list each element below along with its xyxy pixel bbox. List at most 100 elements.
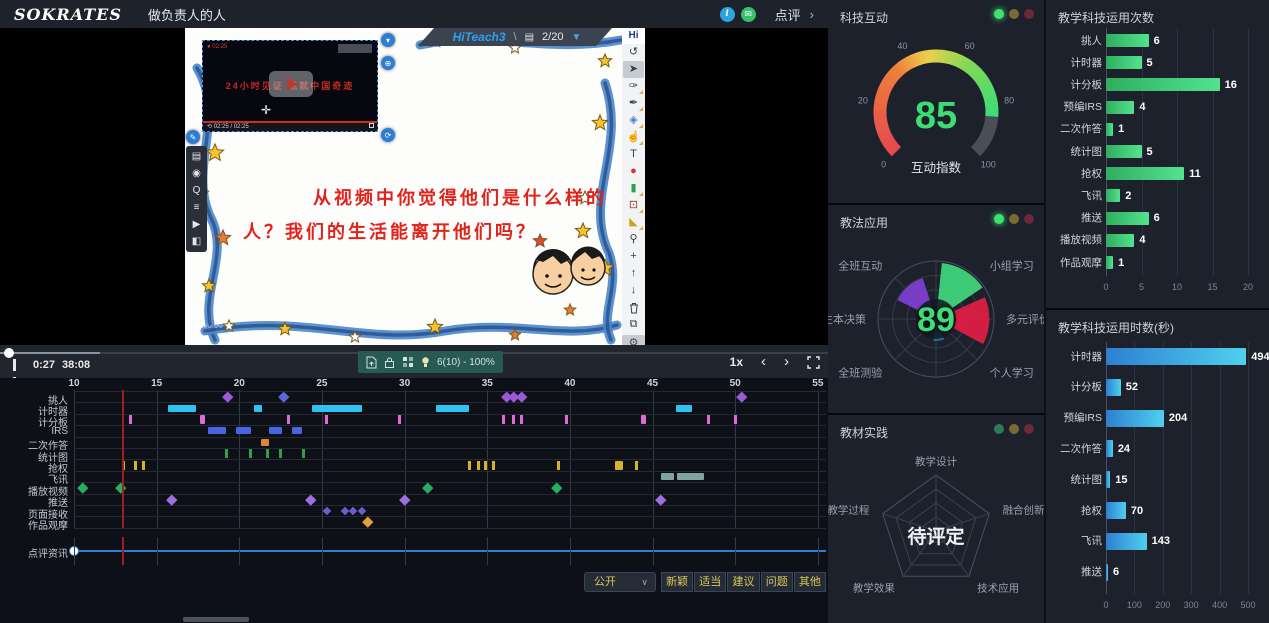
- seek-handle[interactable]: [4, 348, 14, 358]
- arrow-down-icon[interactable]: ↓: [623, 282, 644, 299]
- marker-green-icon[interactable]: ▮: [623, 180, 644, 197]
- video-fullscreen-icon[interactable]: [369, 123, 374, 128]
- timeline-event-推送[interactable]: [305, 494, 316, 505]
- timeline-event-计分板[interactable]: [512, 415, 515, 424]
- message-icon[interactable]: ✉: [741, 7, 756, 22]
- timeline-event-抢权[interactable]: [635, 461, 638, 470]
- visibility-select[interactable]: 公开 ∨: [584, 572, 656, 592]
- timeline-event-计时器[interactable]: [254, 405, 262, 412]
- timeline-event-推送[interactable]: [166, 494, 177, 505]
- camera-tool-icon[interactable]: ◉: [188, 166, 205, 181]
- timeline-event-抢权[interactable]: [557, 461, 560, 470]
- pen-fine-icon[interactable]: ✑: [623, 78, 644, 95]
- timeline-event-计分板[interactable]: [565, 415, 568, 424]
- timeline-event-作品观摩[interactable]: [363, 517, 374, 528]
- timeline-event-计分板[interactable]: [129, 415, 132, 424]
- timeline-event-计分板[interactable]: [325, 415, 328, 424]
- timeline-event-播放视频[interactable]: [422, 483, 433, 494]
- timeline-event-抢权[interactable]: [492, 461, 495, 470]
- timeline-event-IRS[interactable]: [292, 427, 302, 434]
- timeline-event-计时器[interactable]: [312, 405, 362, 412]
- timeline-event-计分板[interactable]: [398, 415, 401, 424]
- timeline-event-抢权[interactable]: [468, 461, 471, 470]
- grid-status-icon[interactable]: [402, 356, 414, 368]
- timeline-event-IRS[interactable]: [236, 427, 251, 434]
- timeline-event-计分板[interactable]: [502, 415, 505, 424]
- tag-button-other[interactable]: 其他: [794, 572, 826, 592]
- timeline-event-飞讯[interactable]: [677, 473, 703, 480]
- push-page-icon[interactable]: [366, 356, 377, 369]
- review-track[interactable]: [74, 550, 826, 552]
- timeline-event-飞讯[interactable]: [661, 473, 674, 480]
- timeline-event-计分板[interactable]: [641, 415, 646, 424]
- timeline-event-统计图[interactable]: [225, 449, 228, 458]
- tag-button-suggestion[interactable]: 建议: [727, 572, 759, 592]
- lock-icon[interactable]: [384, 356, 395, 369]
- timeline-playhead[interactable]: [122, 390, 124, 528]
- timeline-event-页面接收[interactable]: [349, 506, 357, 514]
- trash-icon[interactable]: [623, 299, 644, 316]
- screen-record-icon[interactable]: ⊡: [623, 197, 644, 214]
- play-tool-icon[interactable]: ▶: [188, 217, 205, 232]
- undo-icon[interactable]: ↺: [623, 44, 644, 61]
- tag-button-novel[interactable]: 新颖: [661, 572, 693, 592]
- embedded-video-object[interactable]: ● 02:25 24小时见证 成就中国奇迹 ✛ ⟲ 02:25 / 02:25: [202, 40, 378, 132]
- timeline-event-计时器[interactable]: [168, 405, 196, 412]
- timeline-event-抢权[interactable]: [134, 461, 137, 470]
- timeline-event-统计图[interactable]: [266, 449, 269, 458]
- horizontal-scrollbar-thumb[interactable]: [183, 617, 249, 622]
- prev-page-button[interactable]: ‹: [761, 351, 766, 373]
- move-handle-icon[interactable]: ⊕: [381, 56, 395, 70]
- timeline-event-计分板[interactable]: [520, 415, 523, 424]
- rotate-handle-icon[interactable]: ⟳: [381, 128, 395, 142]
- review-button[interactable]: 点评: [775, 5, 801, 24]
- timeline-event-计时器[interactable]: [436, 405, 469, 412]
- timeline-event-页面接收[interactable]: [323, 506, 331, 514]
- timeline-event-推送[interactable]: [399, 494, 410, 505]
- edit-handle-icon[interactable]: ✎: [186, 130, 200, 144]
- timeline-event-计时器[interactable]: [676, 405, 693, 412]
- zoom-tool-icon[interactable]: Q: [188, 183, 205, 198]
- video-play-button[interactable]: [269, 71, 313, 97]
- timeline-event-统计图[interactable]: [249, 449, 252, 458]
- menu-tool-icon[interactable]: ≡: [188, 200, 205, 215]
- timeline-event-推送[interactable]: [656, 494, 667, 505]
- fill-bucket-icon[interactable]: ◣: [623, 214, 644, 231]
- next-page-button[interactable]: ›: [784, 351, 789, 373]
- timeline-event-IRS[interactable]: [269, 427, 282, 434]
- resize-icon[interactable]: ⧉: [623, 316, 644, 333]
- brush-red-icon[interactable]: ●: [623, 163, 644, 180]
- timeline-event-抢权[interactable]: [484, 461, 487, 470]
- timeline-event-播放视频[interactable]: [77, 483, 88, 494]
- video-progress-bar[interactable]: ⟲ 02:25 / 02:25: [203, 121, 377, 131]
- pen-icon[interactable]: ✒: [623, 95, 644, 112]
- collapse-handle-icon[interactable]: ▾: [381, 33, 395, 47]
- image-tool-icon[interactable]: ▤: [188, 149, 205, 164]
- timeline-event-计分板[interactable]: [200, 415, 205, 424]
- timeline-event-抢权[interactable]: [142, 461, 145, 470]
- tag-button-appropriate[interactable]: 适当: [694, 572, 726, 592]
- timeline-event-计分板[interactable]: [734, 415, 737, 424]
- magnifier-icon[interactable]: ⚲: [623, 231, 644, 248]
- timeline-event-统计图[interactable]: [302, 449, 305, 458]
- timeline-event-二次作答[interactable]: [261, 439, 269, 446]
- timeline-event-挑人[interactable]: [222, 391, 233, 402]
- timeline-event-抢权[interactable]: [477, 461, 480, 470]
- timeline-event-统计图[interactable]: [279, 449, 282, 458]
- timeline-event-计分板[interactable]: [287, 415, 290, 424]
- timeline-event-IRS[interactable]: [208, 427, 226, 434]
- page-dropdown-icon[interactable]: ▼: [571, 32, 581, 43]
- timeline-event-播放视频[interactable]: [551, 483, 562, 494]
- text-tool-icon[interactable]: T: [623, 146, 644, 163]
- stamp-icon[interactable]: ☝: [623, 129, 644, 146]
- pointer-icon[interactable]: ➤: [623, 61, 644, 78]
- timeline-event-计分板[interactable]: [707, 415, 710, 424]
- swap-tool-icon[interactable]: ◧: [188, 234, 205, 249]
- info-icon[interactable]: i: [720, 7, 735, 22]
- fullscreen-button[interactable]: [807, 356, 820, 369]
- timeline-event-挑人[interactable]: [736, 391, 747, 402]
- timeline-event-挑人[interactable]: [517, 391, 528, 402]
- timeline-event-挑人[interactable]: [279, 391, 290, 402]
- timeline-event-页面接收[interactable]: [357, 506, 365, 514]
- timeline-event-抢权[interactable]: [615, 461, 623, 470]
